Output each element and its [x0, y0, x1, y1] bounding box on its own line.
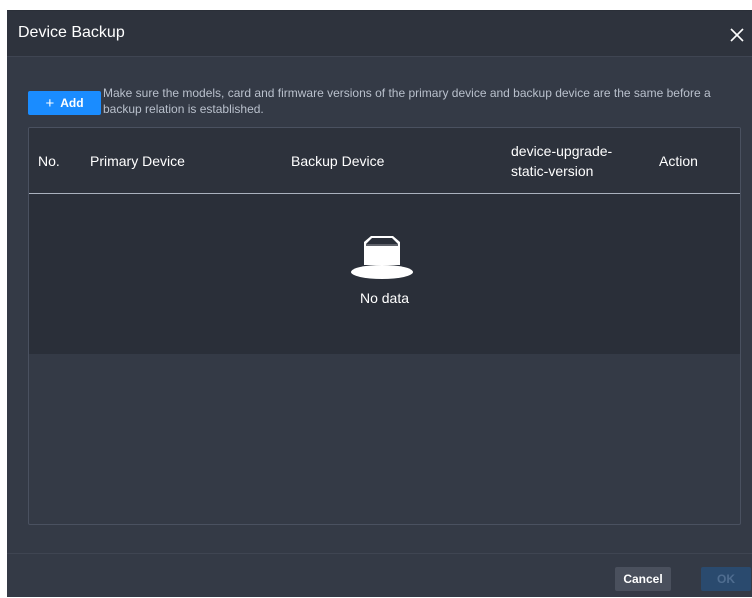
column-header-line-1: device-upgrade- — [511, 142, 613, 159]
column-header-device-upgrade-static-version: device-upgrade- static-version — [511, 128, 612, 193]
cancel-button[interactable]: Cancel — [615, 567, 671, 591]
add-button[interactable]: + Add — [28, 91, 101, 115]
column-header-line-2: static-version — [511, 162, 594, 179]
empty-state-text: No data — [359, 290, 410, 306]
column-header-action: Action — [659, 152, 698, 169]
column-header-backup-device: Backup Device — [291, 152, 385, 169]
dialog-titlebar: Device Backup — [7, 11, 752, 57]
close-icon — [730, 28, 744, 42]
close-button[interactable] — [725, 21, 749, 47]
note-line-2: backup relation is established. — [103, 102, 264, 116]
table-body: No data — [29, 194, 740, 354]
dialog-title: Device Backup — [18, 24, 125, 41]
column-header-no: No. — [38, 152, 60, 169]
backup-note: Make sure the models, card and firmware … — [103, 85, 743, 117]
plus-icon: + — [45, 94, 55, 112]
device-backup-dialog: Device Backup + Add Make sure the models… — [7, 10, 752, 597]
table-header: No. Primary Device Backup Device device-… — [29, 128, 740, 194]
empty-inbox-icon — [351, 236, 413, 279]
add-button-label: Add — [60, 96, 84, 110]
dialog-footer: Cancel OK — [7, 553, 752, 598]
note-line-1: Make sure the models, card and firmware … — [103, 86, 711, 100]
column-header-primary-device: Primary Device — [90, 152, 185, 169]
ok-button[interactable]: OK — [701, 567, 751, 591]
backup-table: No. Primary Device Backup Device device-… — [28, 127, 741, 525]
